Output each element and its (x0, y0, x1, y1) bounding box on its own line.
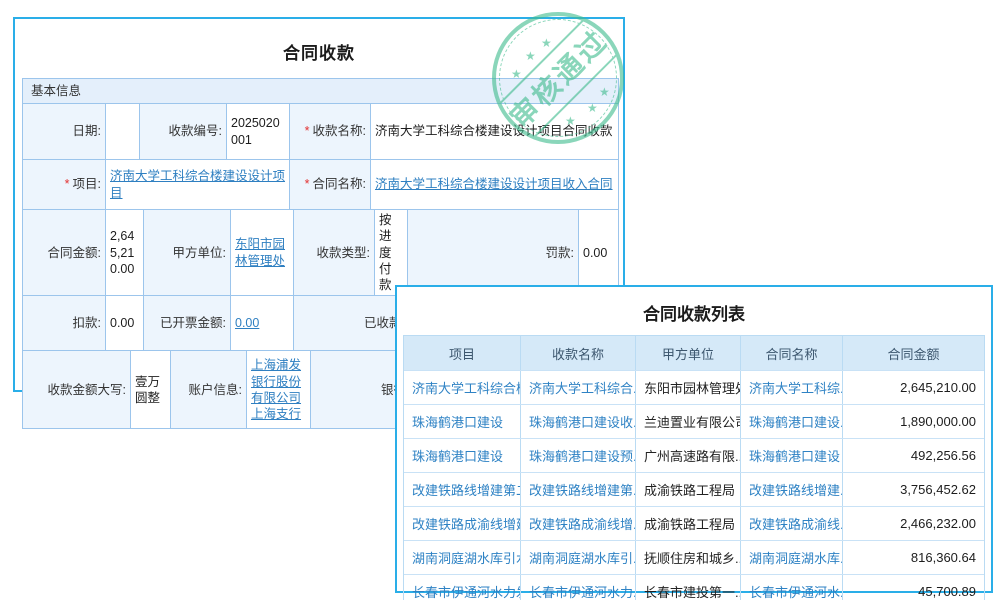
amount-cell: 3,756,452.62 (842, 473, 984, 506)
list-title: 合同收款列表 (403, 291, 985, 335)
form-value: 济南大学工科综合楼建设设计项目合同收款 (370, 104, 618, 159)
column-header-3: 甲方单位 (635, 336, 740, 370)
receipt-name-link[interactable]: 珠海鹤港口建设收... (520, 405, 635, 438)
table-row: 改建铁路成渝线增建...改建铁路成渝线增...成渝铁路工程局改建铁路成渝线...… (404, 506, 984, 540)
contract-name-link[interactable]: 改建铁路线增建... (740, 473, 842, 506)
form-label: 已开票金额: (143, 296, 230, 350)
amount-cell: 2,466,232.00 (842, 507, 984, 540)
contract-name-link[interactable]: 济南大学工科综合楼建设设计项目收入合同 (375, 176, 613, 192)
table-row: 改建铁路线增建第二...改建铁路线增建第...成渝铁路工程局改建铁路线增建...… (404, 472, 984, 506)
required-asterisk: * (305, 124, 310, 138)
form-value: 0.00 (578, 210, 618, 295)
form-value (105, 104, 139, 159)
table-row: 珠海鹤港口建设珠海鹤港口建设收...兰迪置业有限公司珠海鹤港口建设...1,89… (404, 404, 984, 438)
form-row: 合同金额:2,645,210.00甲方单位:东阳市园林管理处收款类型:按进度付款… (23, 209, 618, 295)
receipt-name-link[interactable]: 改建铁路线增建第... (520, 473, 635, 506)
receipt-list-table: 项目收款名称甲方单位合同名称合同金额 济南大学工科综合楼...济南大学工科综合.… (403, 335, 985, 600)
amount-cell: 2,645,210.00 (842, 371, 984, 404)
form-label: *项目: (23, 160, 105, 209)
party-a-cell: 东阳市园林管理处 (635, 371, 740, 404)
contract-name-link[interactable]: 长春市伊通河水... (740, 575, 842, 600)
invoiced-amount-link[interactable]: 0.00 (235, 315, 259, 331)
table-header-row: 项目收款名称甲方单位合同名称合同金额 (404, 336, 984, 370)
form-label: *合同名称: (289, 160, 370, 209)
form-title: 合同收款 (22, 26, 616, 78)
project-link[interactable]: 济南大学工科综合楼... (404, 371, 520, 404)
screen: 合同收款 基本信息 日期:收款编号:2025020001*收款名称:济南大学工科… (0, 0, 1000, 600)
contract-name-link[interactable]: 湖南洞庭湖水库... (740, 541, 842, 574)
party-a-cell: 兰迪置业有限公司 (635, 405, 740, 438)
contract-name-link[interactable]: 改建铁路成渝线... (740, 507, 842, 540)
column-header-1: 项目 (404, 336, 520, 370)
table-row: 湖南洞庭湖水库引水...湖南洞庭湖水库引...抚顺住房和城乡...湖南洞庭湖水库… (404, 540, 984, 574)
project-link[interactable]: 湖南洞庭湖水库引水... (404, 541, 520, 574)
project-link[interactable]: 改建铁路成渝线增建... (404, 507, 520, 540)
form-label: 收款编号: (139, 104, 226, 159)
form-label: 扣款: (23, 296, 105, 350)
amount-cell: 492,256.56 (842, 439, 984, 472)
form-value: 济南大学工科综合楼建设设计项目 (105, 160, 289, 209)
form-label: 收款类型: (293, 210, 374, 295)
form-value: 2025020001 (226, 104, 289, 159)
form-value: 壹万圆整 (130, 351, 170, 428)
column-header-4: 合同名称 (740, 336, 842, 370)
form-value: 2,645,210.00 (105, 210, 143, 295)
party-a-cell: 抚顺住房和城乡... (635, 541, 740, 574)
form-label: 收款金额大写: (23, 351, 130, 428)
table-body: 济南大学工科综合楼...济南大学工科综合...东阳市园林管理处济南大学工科综..… (404, 370, 984, 600)
section-header-basic-info: 基本信息 (23, 79, 618, 104)
form-label: 账户信息: (170, 351, 246, 428)
party-a-cell: 广州高速路有限... (635, 439, 740, 472)
form-value: 东阳市园林管理处 (230, 210, 293, 295)
party-a-cell: 长春市建投第一... (635, 575, 740, 600)
column-header-2: 收款名称 (520, 336, 635, 370)
amount-cell: 816,360.64 (842, 541, 984, 574)
form-value: 0.00 (105, 296, 143, 350)
form-value: 上海浦发银行股份有限公司上海支行 (246, 351, 310, 428)
form-label: 甲方单位: (143, 210, 230, 295)
contract-name-link[interactable]: 珠海鹤港口建设... (740, 405, 842, 438)
contract-name-link[interactable]: 珠海鹤港口建设 (740, 439, 842, 472)
form-value: 济南大学工科综合楼建设设计项目收入合同 (370, 160, 618, 209)
project-link[interactable]: 改建铁路线增建第二... (404, 473, 520, 506)
account-info-link[interactable]: 上海浦发银行股份有限公司上海支行 (251, 357, 306, 422)
receipt-name-link[interactable]: 湖南洞庭湖水库引... (520, 541, 635, 574)
party-a-cell: 成渝铁路工程局 (635, 473, 740, 506)
receipt-name-link[interactable]: 济南大学工科综合... (520, 371, 635, 404)
project-link[interactable]: 济南大学工科综合楼建设设计项目 (110, 168, 285, 201)
table-row: 珠海鹤港口建设珠海鹤港口建设预...广州高速路有限...珠海鹤港口建设492,2… (404, 438, 984, 472)
form-label: 罚款: (407, 210, 578, 295)
party-a-link[interactable]: 东阳市园林管理处 (235, 236, 289, 269)
table-row: 济南大学工科综合楼...济南大学工科综合...东阳市园林管理处济南大学工科综..… (404, 370, 984, 404)
amount-cell: 45,700.89 (842, 575, 984, 600)
form-row: *项目:济南大学工科综合楼建设设计项目*合同名称: 济南大学工科综合楼建设设计项目… (23, 159, 618, 209)
form-label: 日期: (23, 104, 105, 159)
required-asterisk: * (65, 177, 70, 191)
form-value: 0.00 (230, 296, 293, 350)
form-label: 合同金额: (23, 210, 105, 295)
form-row: 日期: 收款编号:2025020001*收款名称:济南大学工科综合楼建设设计项目合… (23, 104, 618, 159)
project-link[interactable]: 珠海鹤港口建设 (404, 439, 520, 472)
project-link[interactable]: 珠海鹤港口建设 (404, 405, 520, 438)
form-value: 按进度付款 (374, 210, 407, 295)
column-header-5: 合同金额 (842, 336, 984, 370)
required-asterisk: * (305, 177, 310, 191)
contract-name-link[interactable]: 济南大学工科综... (740, 371, 842, 404)
receipt-name-link[interactable]: 珠海鹤港口建设预... (520, 439, 635, 472)
amount-cell: 1,890,000.00 (842, 405, 984, 438)
receipt-name-link[interactable]: 长春市伊通河水力... (520, 575, 635, 600)
party-a-cell: 成渝铁路工程局 (635, 507, 740, 540)
contract-receipt-list-panel: 合同收款列表 项目收款名称甲方单位合同名称合同金额 济南大学工科综合楼...济南… (395, 285, 993, 593)
project-link[interactable]: 长春市伊通河水力发... (404, 575, 520, 600)
table-row: 长春市伊通河水力发...长春市伊通河水力...长春市建投第一...长春市伊通河水… (404, 574, 984, 600)
form-label: *收款名称: (289, 104, 370, 159)
receipt-name-link[interactable]: 改建铁路成渝线增... (520, 507, 635, 540)
